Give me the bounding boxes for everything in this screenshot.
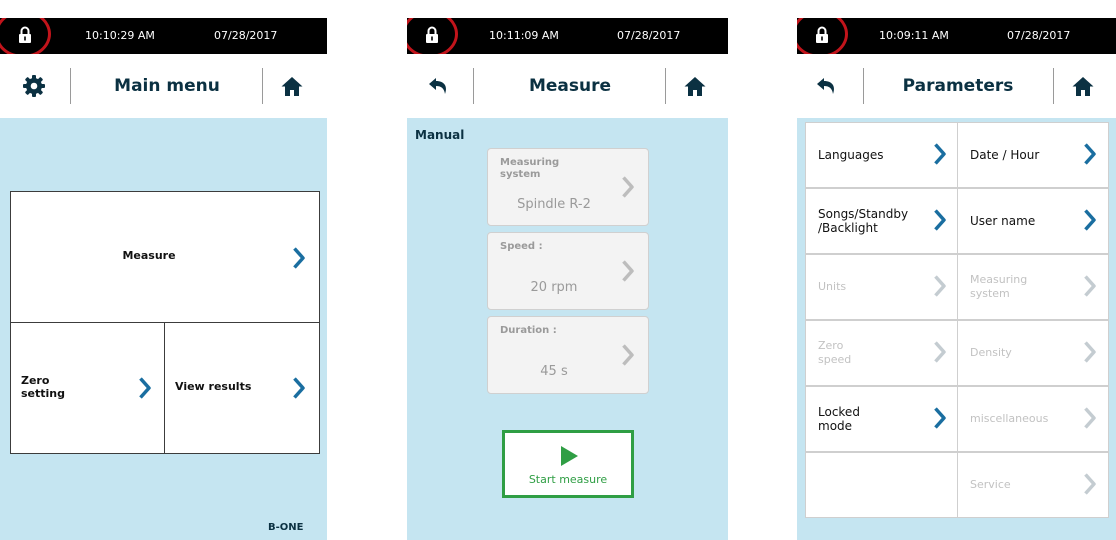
measuring-system-card[interactable]: Measuring system Spindle R-2 [487,148,649,226]
header: Main menu [0,54,327,118]
chevron-right-icon [1084,341,1096,363]
parameter-item: Measuring system [957,254,1109,320]
parameter-item[interactable]: User name [957,188,1109,254]
back-arrow-icon[interactable] [427,74,451,98]
card-title: Duration : [500,325,557,336]
chevron-right-icon [1084,473,1096,495]
chevron-right-icon [622,176,634,198]
parameter-item[interactable]: Date / Hour [957,122,1109,188]
card-value: Spindle R-2 [517,197,591,212]
header: Measure [407,54,728,118]
zero-setting-label: Zero setting [21,374,65,400]
lock-highlight-ring [407,18,458,58]
lock-highlight-ring [797,18,848,58]
chevron-right-icon [934,275,946,297]
card-title: Measuring system [500,157,560,180]
card-title: Speed : [500,241,543,252]
parameter-label: miscellaneous [970,412,1049,425]
page-title: Parameters [902,76,1014,96]
parameter-item: miscellaneous [957,386,1109,452]
parameter-label: Measuring system [970,273,1028,300]
parameter-item[interactable]: Songs/Standby /Backlight [805,188,959,254]
measure-screen: 10:11:09 AM 07/28/2017 Measure Manual Me… [407,18,728,540]
parameter-label: Density [970,346,1012,359]
parameter-label: User name [970,214,1036,228]
view-results-label: View results [175,380,252,393]
status-time: 10:09:11 AM [879,29,949,42]
header-separator [70,68,71,104]
status-bar: 10:09:11 AM 07/28/2017 [797,18,1116,58]
parameter-label: Date / Hour [970,148,1040,162]
speed-card[interactable]: Speed : 20 rpm [487,232,649,310]
parameter-item: Service [957,452,1109,518]
parameter-label: Songs/Standby /Backlight [818,207,909,235]
view-results-tile[interactable]: View results [164,322,320,454]
chevron-right-icon [934,341,946,363]
start-measure-button[interactable]: Start measure [502,430,634,498]
chevron-right-icon [1084,209,1096,231]
chevron-right-icon [1084,275,1096,297]
card-value: 20 rpm [530,280,578,295]
status-time: 10:11:09 AM [489,29,559,42]
gear-icon[interactable] [22,74,46,98]
measure-label: Measure [122,249,176,262]
parameter-label: Service [970,478,1011,491]
chevron-right-icon [1084,143,1096,165]
header-separator [262,68,263,104]
chevron-right-icon [622,344,634,366]
parameter-item[interactable]: Locked mode [805,386,959,452]
card-value: 45 s [540,364,568,379]
lock-highlight-ring [0,18,51,58]
mode-label: Manual [415,128,465,142]
parameter-item [805,452,959,518]
parameters-screen: 10:09:11 AM 07/28/2017 Parameters Langua… [797,18,1116,540]
status-date: 07/28/2017 [214,29,278,42]
chevron-right-icon [934,143,946,165]
parameter-label: Languages [818,148,884,162]
parameter-item: Zero speed [805,320,959,386]
status-date: 07/28/2017 [1007,29,1071,42]
chevron-right-icon [139,377,151,399]
status-bar: 10:10:29 AM 07/28/2017 [0,18,327,58]
parameter-label: Zero speed [818,339,852,366]
header-separator [863,68,864,104]
page-title: Main menu [114,76,220,96]
chevron-right-icon [934,407,946,429]
parameter-label: Locked mode [818,405,860,433]
play-icon [561,446,578,466]
home-icon[interactable] [683,74,707,98]
chevron-right-icon [293,377,305,399]
parameter-item[interactable]: Languages [805,122,959,188]
home-icon[interactable] [280,74,304,98]
page-title: Measure [528,76,612,96]
brand-label: B-ONE [268,522,304,533]
status-bar: 10:11:09 AM 07/28/2017 [407,18,728,58]
zero-setting-tile[interactable]: Zero setting [10,322,165,454]
duration-card[interactable]: Duration : 45 s [487,316,649,394]
home-icon[interactable] [1071,74,1095,98]
parameter-item: Density [957,320,1109,386]
status-time: 10:10:29 AM [85,29,155,42]
parameter-label: Units [818,280,847,293]
parameter-item: Units [805,254,959,320]
chevron-right-icon [934,209,946,231]
chevron-right-icon [293,247,305,269]
main-menu-screen: 10:10:29 AM 07/28/2017 Main menu Measure… [0,18,327,540]
measure-tile[interactable]: Measure [10,191,320,323]
start-measure-label: Start measure [528,473,608,486]
back-arrow-icon[interactable] [815,74,839,98]
header: Parameters [797,54,1116,118]
header-separator [473,68,474,104]
chevron-right-icon [622,260,634,282]
header-separator [1053,68,1054,104]
chevron-right-icon [1084,407,1096,429]
header-separator [665,68,666,104]
status-date: 07/28/2017 [617,29,681,42]
